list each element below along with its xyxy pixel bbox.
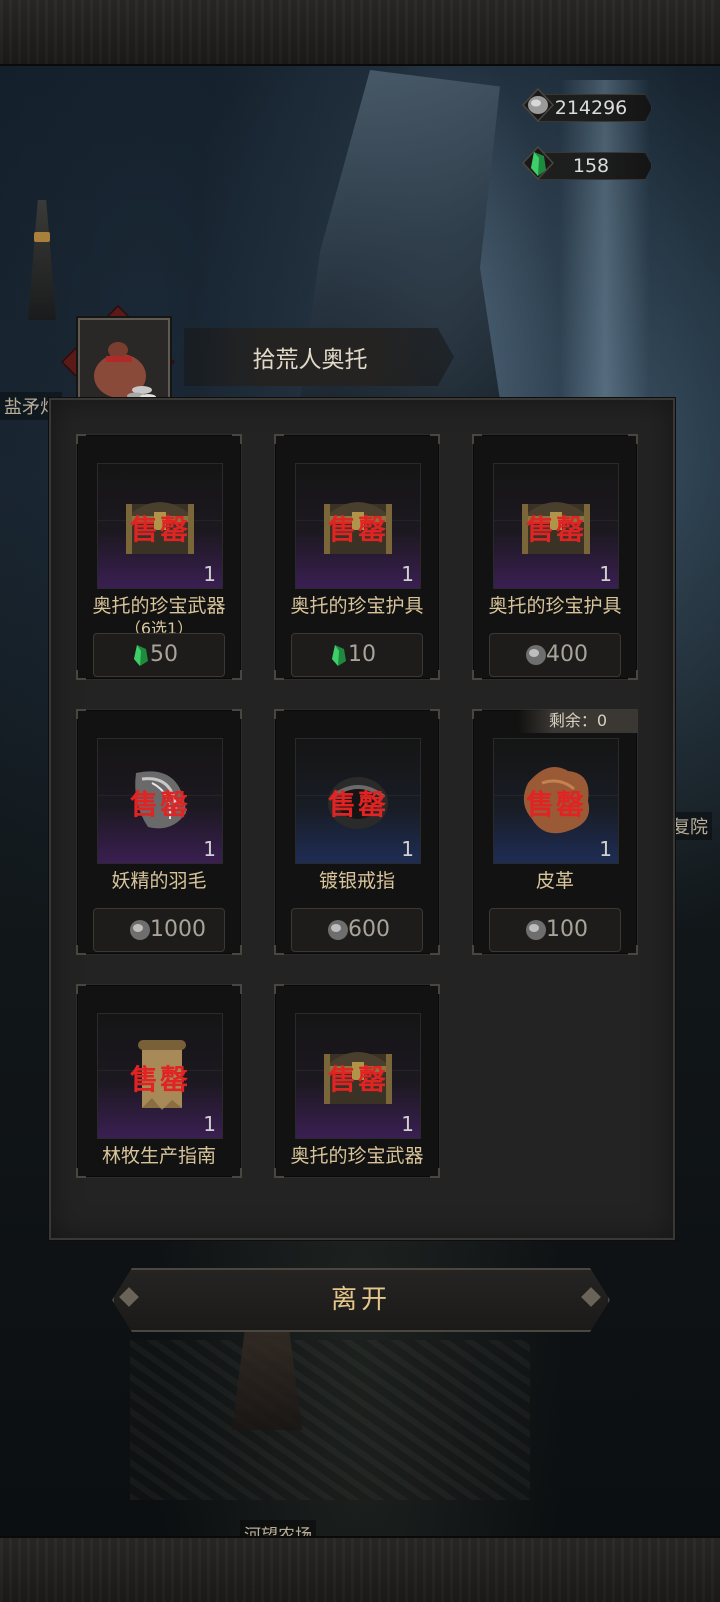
item-quantity: 1 — [203, 1112, 216, 1136]
item-slot[interactable]: 售罄 1 — [295, 1013, 421, 1139]
silver-coin-icon — [526, 920, 546, 940]
price-value: 400 — [546, 642, 588, 667]
remaining-stock-badge: 剩余：0 — [518, 709, 638, 733]
lighthouse-tower — [28, 200, 56, 320]
item-price-button[interactable]: 100 — [489, 908, 621, 952]
item-name: 皮革 — [535, 870, 574, 892]
shop-item-card[interactable]: 售罄 1 奥托的珍宝武器 （6选1） 50 — [76, 434, 242, 680]
sold-out-label: 售罄 — [129, 513, 190, 546]
item-slot[interactable]: 售罄 1 — [295, 463, 421, 589]
silver-coin-icon — [328, 920, 348, 940]
item-price-button[interactable]: 1000 — [93, 908, 225, 952]
sold-out-label: 售罄 — [327, 788, 388, 821]
item-name: 奥托的珍宝护具 — [488, 595, 622, 617]
item-name: 奥托的珍宝护具 — [290, 595, 424, 617]
item-quantity: 1 — [401, 562, 414, 586]
item-slot[interactable]: 售罄 1 — [493, 463, 619, 589]
shop-item-card[interactable]: 售罄 1 林牧生产指南 — [76, 984, 242, 1178]
silver-coin-icon — [522, 88, 554, 122]
item-price-button[interactable]: 50 — [93, 633, 225, 677]
sold-out-label: 售罄 — [129, 788, 190, 821]
lighthouse-light — [34, 232, 50, 242]
shop-item-card[interactable]: 售罄 1 奥托的珍宝武器 — [274, 984, 440, 1178]
item-name: 林牧生产指南 — [101, 1145, 216, 1167]
silver-coin-icon — [130, 920, 150, 940]
price-value: 10 — [348, 642, 376, 667]
shop-item-card[interactable]: 售罄 1 镀银戒指 600 — [274, 709, 440, 955]
item-quantity: 1 — [401, 1112, 414, 1136]
farm-field — [130, 1340, 530, 1500]
top-frame-bar — [0, 0, 720, 66]
leave-button[interactable]: 离开 — [112, 1268, 610, 1332]
shop-item-card[interactable]: 售罄 1 妖精的羽毛 1000 — [76, 709, 242, 955]
item-price-button[interactable]: 600 — [291, 908, 423, 952]
shop-item-card[interactable]: 售罄 1 奥托的珍宝护具 10 — [274, 434, 440, 680]
green-gem-icon — [134, 645, 148, 666]
item-quantity: 1 — [203, 562, 216, 586]
bottom-frame-bar — [0, 1536, 720, 1602]
silver-coin-icon — [526, 645, 546, 665]
sold-out-label: 售罄 — [327, 513, 388, 546]
item-name: 奥托的珍宝武器 — [290, 1145, 424, 1167]
shop-item-card[interactable]: 售罄 1 奥托的珍宝护具 400 — [472, 434, 638, 680]
item-quantity: 1 — [599, 562, 612, 586]
sack-of-coins-icon — [80, 320, 168, 410]
item-slot[interactable]: 售罄 1 — [493, 738, 619, 864]
sold-out-label: 售罄 — [327, 1063, 388, 1096]
windmill — [232, 1320, 302, 1430]
item-slot[interactable]: 售罄 1 — [97, 1013, 223, 1139]
item-slot[interactable]: 售罄 1 — [97, 738, 223, 864]
item-quantity: 1 — [599, 837, 612, 861]
item-price-button[interactable]: 10 — [291, 633, 423, 677]
item-name: 奥托的珍宝武器 — [92, 595, 226, 617]
price-value: 600 — [348, 917, 390, 942]
price-value: 50 — [150, 642, 178, 667]
item-name: 镀银戒指 — [318, 870, 395, 892]
item-price-button[interactable]: 400 — [489, 633, 621, 677]
shop-item-card[interactable]: 剩余：0 售罄 1 皮革 100 — [472, 709, 638, 955]
item-name: 妖精的羽毛 — [111, 870, 207, 892]
item-quantity: 1 — [203, 837, 216, 861]
sold-out-label: 售罄 — [525, 513, 586, 546]
item-slot[interactable]: 售罄 1 — [295, 738, 421, 864]
shop-title: 拾荒人奥托 — [252, 347, 368, 373]
sold-out-label: 售罄 — [525, 788, 586, 821]
item-slot[interactable]: 售罄 1 — [97, 463, 223, 589]
sold-out-label: 售罄 — [129, 1063, 190, 1096]
price-value: 100 — [546, 917, 588, 942]
green-gem-icon — [522, 146, 554, 180]
price-value: 1000 — [150, 917, 206, 942]
waterfall — [560, 80, 650, 400]
item-quantity: 1 — [401, 837, 414, 861]
green-gem-icon — [332, 645, 346, 666]
